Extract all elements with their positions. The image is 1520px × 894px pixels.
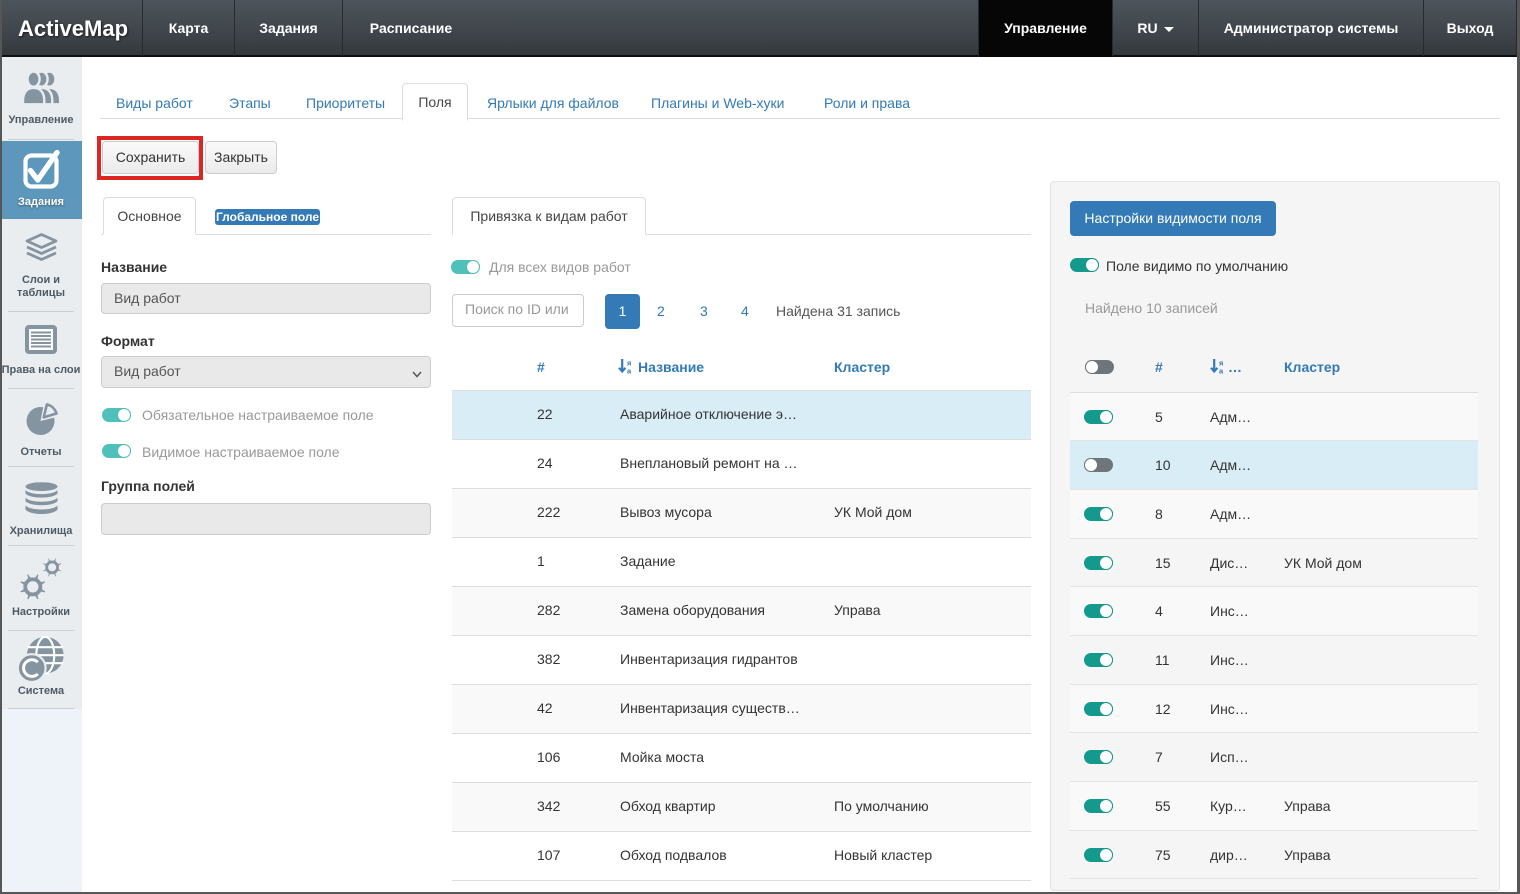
- svg-text:а: а: [1219, 367, 1224, 375]
- svg-text:а: а: [627, 367, 632, 375]
